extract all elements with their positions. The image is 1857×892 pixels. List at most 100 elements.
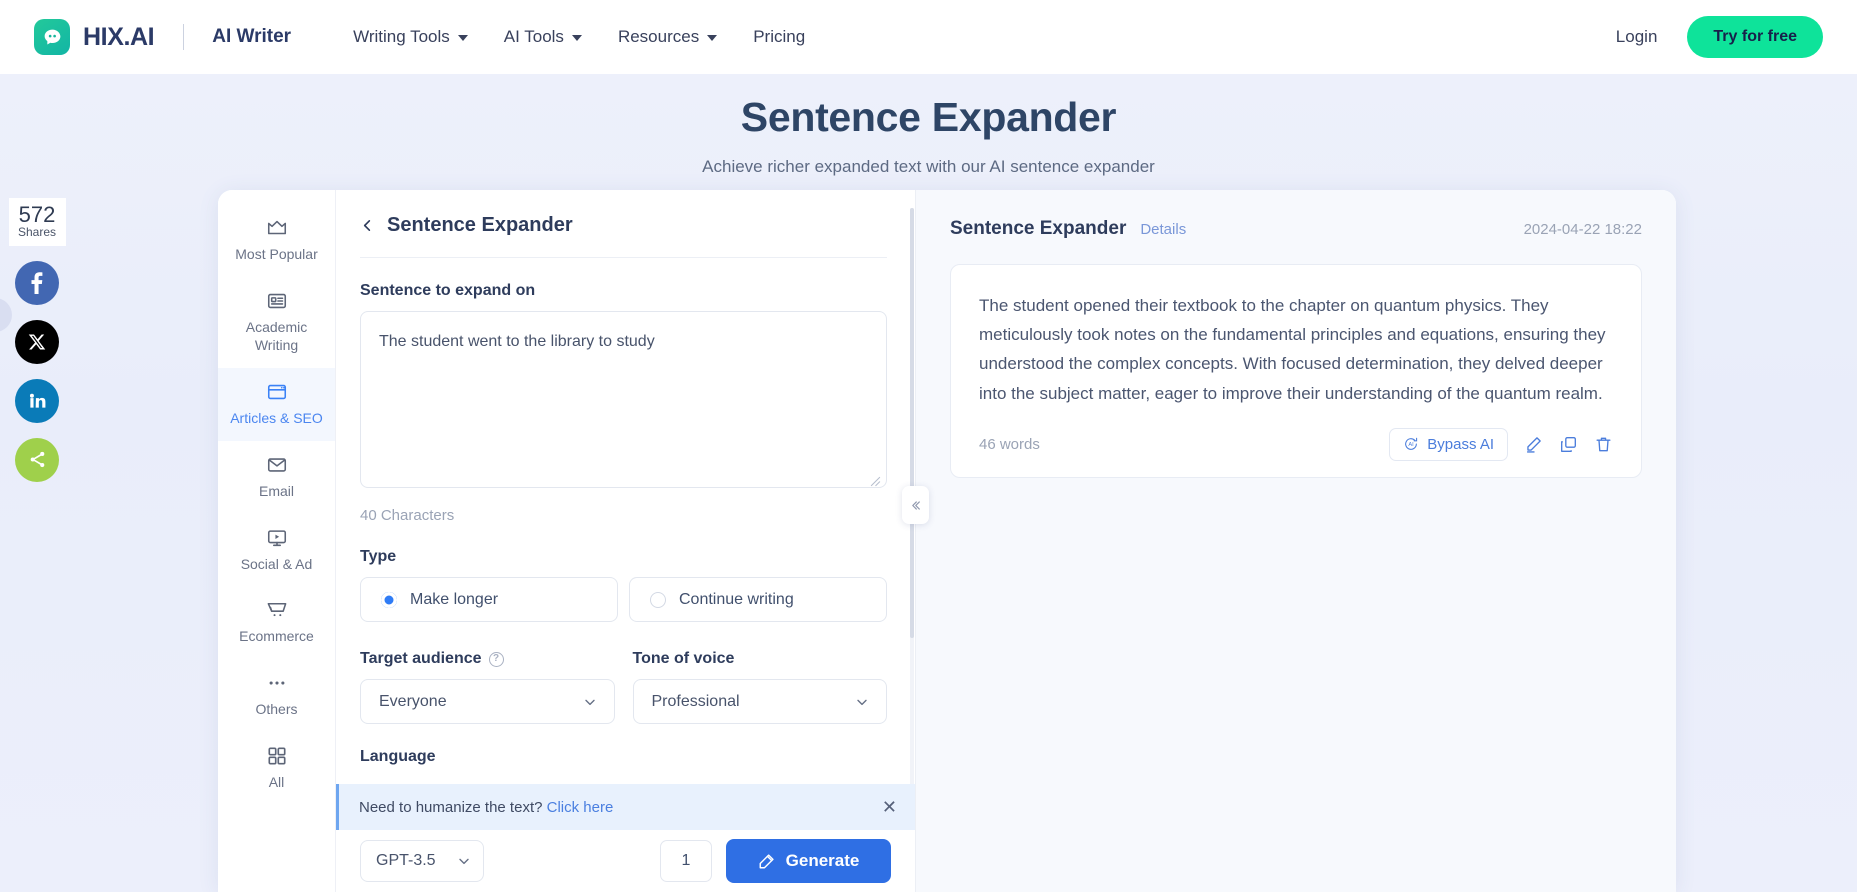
sidebar-item-email[interactable]: Email (218, 441, 335, 514)
share-count: 572 Shares (9, 198, 66, 246)
quantity-stepper[interactable]: 1 (660, 840, 712, 882)
share-count-number: 572 (9, 203, 66, 226)
type-radio-group: Make longer Continue writing (360, 577, 887, 622)
try-for-free-button[interactable]: Try for free (1687, 16, 1823, 58)
envelope-icon (224, 454, 329, 476)
double-chevron-left-icon[interactable] (902, 486, 929, 524)
edit-result-button[interactable] (1524, 435, 1543, 454)
generate-bar: GPT-3.5 1 Generate (336, 830, 915, 892)
page-root: HIX.AI AI Writer Writing Tools AI Tools … (0, 0, 1857, 892)
sidebar-item-label: All (224, 774, 329, 792)
sidebar-item-label: Articles & SEO (224, 410, 329, 428)
nav-item-pricing[interactable]: Pricing (753, 27, 805, 47)
result-card: The student opened their textbook to the… (950, 264, 1642, 478)
humanize-link[interactable]: Click here (547, 799, 614, 816)
linkedin-icon (28, 391, 47, 410)
delete-result-button[interactable] (1594, 435, 1613, 454)
sentence-input[interactable] (360, 311, 887, 488)
output-panel: Sentence Expander Details 2024-04-22 18:… (916, 190, 1676, 892)
browser-window-icon (224, 381, 329, 403)
sidebar-item-label: Ecommerce (224, 628, 329, 646)
share-rail: 572 Shares (6, 198, 68, 482)
audience-label: Target audience ? (360, 650, 615, 668)
login-link[interactable]: Login (1616, 27, 1658, 47)
copy-icon (1559, 435, 1578, 454)
brand-divider (183, 24, 184, 50)
sidebar-item-others[interactable]: Others (218, 659, 335, 732)
brand-logo[interactable]: HIX.AI AI Writer (34, 19, 291, 55)
svg-text:AI: AI (1409, 442, 1415, 448)
radio-label: Make longer (410, 591, 498, 609)
bypass-ai-label: Bypass AI (1427, 436, 1494, 453)
share-more-button[interactable] (15, 438, 59, 482)
tool-category-sidebar: Most Popular Academic Writing (218, 190, 336, 892)
x-twitter-icon (28, 333, 46, 351)
linkedin-share-button[interactable] (15, 379, 59, 423)
magic-wand-icon (758, 852, 776, 870)
nav-item-resources[interactable]: Resources (618, 27, 717, 47)
details-link[interactable]: Details (1140, 221, 1186, 238)
nav-label: Resources (618, 27, 699, 47)
radio-indicator (650, 592, 666, 608)
model-select[interactable]: GPT-3.5 (360, 840, 484, 882)
chevron-down-icon (572, 35, 582, 41)
nav-label: AI Tools (504, 27, 564, 47)
chevron-down-icon (456, 853, 472, 869)
sidebar-item-social-ad[interactable]: Social & Ad (218, 514, 335, 587)
info-icon[interactable]: ? (489, 652, 504, 667)
tone-field: Tone of voice Professional (633, 626, 888, 724)
output-title: Sentence Expander (950, 218, 1126, 240)
ellipsis-icon (224, 672, 329, 694)
nav-label: Pricing (753, 27, 805, 47)
sidebar-item-ecommerce[interactable]: Ecommerce (218, 586, 335, 659)
character-count: 40 Characters (360, 507, 887, 524)
chevron-left-icon[interactable] (360, 218, 375, 233)
sidebar-item-most-popular[interactable]: Most Popular (218, 204, 335, 277)
word-count: 46 words (979, 436, 1040, 453)
result-footer: 46 words AI Bypass AI (979, 428, 1613, 461)
facebook-icon (31, 272, 43, 294)
humanize-text: Need to humanize the text? (359, 799, 542, 816)
copy-result-button[interactable] (1559, 435, 1578, 454)
sidebar-item-label: Email (224, 483, 329, 501)
ai-refresh-icon: AI (1403, 436, 1419, 452)
type-field-label: Type (360, 548, 887, 566)
page-subtitle: Achieve richer expanded text with our AI… (0, 157, 1857, 177)
nav-item-ai-tools[interactable]: AI Tools (504, 27, 582, 47)
id-card-icon (224, 290, 329, 312)
language-label: Language (360, 748, 887, 766)
quantity-value: 1 (682, 852, 691, 870)
page-title: Sentence Expander (0, 94, 1857, 141)
shopping-cart-icon (224, 599, 329, 621)
generate-button[interactable]: Generate (726, 839, 891, 883)
radio-continue-writing[interactable]: Continue writing (629, 577, 887, 622)
sidebar-item-label: Others (224, 701, 329, 719)
pencil-icon (1524, 435, 1543, 454)
radio-label: Continue writing (679, 591, 794, 609)
sidebar-item-academic-writing[interactable]: Academic Writing (218, 277, 335, 368)
sidebar-item-articles-seo[interactable]: Articles & SEO (218, 368, 335, 441)
label-text: Sentence to expand on (360, 282, 535, 300)
sidebar-item-all[interactable]: All (218, 732, 335, 805)
chevron-down-icon (582, 694, 598, 710)
generate-button-label: Generate (786, 851, 860, 871)
main-nav: Writing Tools AI Tools Resources Pricing (353, 27, 805, 47)
radio-make-longer[interactable]: Make longer (360, 577, 618, 622)
nav-item-writing-tools[interactable]: Writing Tools (353, 27, 468, 47)
monitor-play-icon (224, 527, 329, 549)
bypass-ai-button[interactable]: AI Bypass AI (1389, 428, 1508, 461)
x-share-button[interactable] (15, 320, 59, 364)
chevron-down-icon (458, 35, 468, 41)
header-actions: Login Try for free (1616, 16, 1823, 58)
close-icon[interactable]: ✕ (882, 798, 897, 816)
humanize-banner: Need to humanize the text? Click here ✕ (336, 784, 915, 830)
audience-select[interactable]: Everyone (360, 679, 615, 724)
radio-indicator-selected (381, 592, 397, 608)
audience-value: Everyone (379, 693, 447, 711)
grid-icon (224, 745, 329, 767)
output-timestamp: 2024-04-22 18:22 (1524, 221, 1642, 238)
label-text: Target audience (360, 650, 482, 668)
tool-form-panel: Sentence Expander Sentence to expand on … (336, 190, 916, 892)
facebook-share-button[interactable] (15, 261, 59, 305)
tone-select[interactable]: Professional (633, 679, 888, 724)
